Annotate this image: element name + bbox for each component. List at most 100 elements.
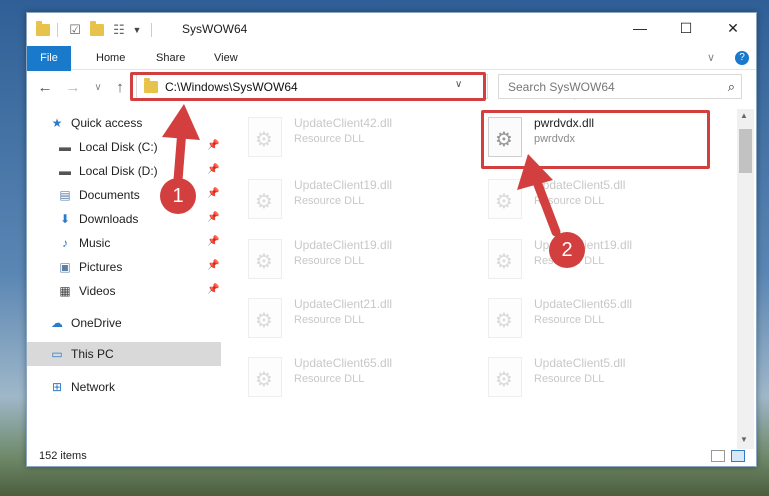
file-description: Resource DLL (534, 314, 605, 326)
title-bar: ☑ ☷ ▼ SysWOW64 — ☐ ✕ (27, 13, 756, 46)
new-folder-icon[interactable] (89, 21, 105, 39)
file-description: Resource DLL (294, 255, 365, 267)
properties-icon[interactable]: ☑ (67, 21, 83, 39)
sidebar-item-label: Downloads (79, 212, 139, 226)
tab-share[interactable]: Share (144, 46, 197, 70)
pin-icon: 📌 (207, 188, 220, 199)
file-item[interactable]: UpdateClient19.dll Resource DLL (248, 235, 478, 283)
sidebar-item-label: Documents (79, 188, 140, 202)
file-item[interactable]: UpdateClient42.dll Resource DLL (248, 113, 478, 161)
file-description: Resource DLL (534, 195, 605, 207)
recent-locations-button[interactable]: ∨ (89, 78, 107, 96)
file-description: Resource DLL (294, 314, 365, 326)
videos-icon: ▦ (59, 284, 71, 298)
pictures-icon: ▣ (59, 260, 71, 274)
sidebar-item-label: Quick access (71, 116, 143, 130)
sidebar-item-local-disk-c[interactable]: ▬ Local Disk (C:) 📌 (27, 135, 221, 159)
pin-icon: 📌 (207, 284, 220, 295)
sidebar-item-local-disk-d[interactable]: ▬ Local Disk (D:) 📌 (27, 159, 221, 183)
sidebar-item-label: OneDrive (71, 316, 122, 330)
file-item[interactable]: UpdateClient5.dll Resource DLL (488, 353, 718, 401)
minimize-button[interactable]: — (617, 13, 663, 43)
tab-view[interactable]: View (202, 46, 250, 70)
ribbon-tabs: File Home Share View ∨ ? (27, 46, 756, 94)
dll-file-icon (248, 239, 282, 279)
sidebar-item-pictures[interactable]: ▣ Pictures 📌 (27, 255, 221, 279)
file-item[interactable]: UpdateClient19.dll Resource DLL (248, 175, 478, 223)
file-name: UpdateClient65.dll (534, 297, 633, 311)
drive-icon: ▬ (59, 164, 71, 178)
help-icon[interactable]: ? (735, 51, 749, 65)
file-name: UpdateClient21.dll (294, 297, 393, 311)
file-name: UpdateClient5.dll (534, 356, 626, 370)
sidebar-item-quick-access[interactable]: ★ Quick access (27, 111, 221, 135)
pin-icon: 📌 (207, 140, 220, 151)
dll-file-icon (488, 357, 522, 397)
file-item[interactable]: UpdateClient5.dll Resource DLL (488, 175, 718, 223)
dll-file-icon (248, 298, 282, 338)
dll-file-icon (488, 179, 522, 219)
pin-icon: 📌 (207, 236, 220, 247)
sidebar-item-label: This PC (71, 347, 114, 361)
scroll-up-icon[interactable]: ▲ (740, 111, 748, 120)
details-view-icon[interactable] (711, 450, 725, 462)
file-item[interactable]: UpdateClient19.dll Resource DLL (488, 235, 718, 283)
documents-icon: ▤ (59, 188, 71, 202)
search-box[interactable]: Search SysWOW64 ⌕ (498, 74, 742, 99)
step-1-badge: 1 (160, 178, 196, 214)
search-icon[interactable]: ⌕ (728, 79, 735, 95)
back-button[interactable]: ← (36, 78, 54, 96)
customize-icon[interactable]: ☷ (110, 21, 128, 39)
sidebar-item-videos[interactable]: ▦ Videos 📌 (27, 279, 221, 303)
status-bar: 152 items (27, 447, 756, 467)
download-icon: ⬇ (59, 212, 71, 226)
large-icons-view-icon[interactable] (731, 450, 745, 462)
sidebar-item-label: Local Disk (D:) (79, 164, 158, 178)
vertical-scrollbar[interactable]: ▲ ▼ (737, 109, 754, 449)
sidebar-item-downloads[interactable]: ⬇ Downloads 📌 (27, 207, 221, 231)
scroll-down-icon[interactable]: ▼ (740, 435, 748, 444)
file-description: Resource DLL (294, 195, 365, 207)
folder-icon (35, 21, 51, 39)
file-item[interactable]: UpdateClient21.dll Resource DLL (248, 294, 478, 342)
sidebar-item-onedrive[interactable]: ☁ OneDrive (27, 311, 221, 335)
file-highlight (481, 110, 710, 169)
item-count: 152 items (39, 450, 87, 462)
search-input[interactable]: Search SysWOW64 (508, 80, 615, 94)
divider (57, 23, 58, 37)
star-icon: ★ (51, 116, 63, 130)
dll-file-icon (248, 117, 282, 157)
scrollbar-thumb[interactable] (739, 129, 752, 173)
cloud-icon: ☁ (51, 316, 63, 330)
sidebar-item-music[interactable]: ♪ Music 📌 (27, 231, 221, 255)
quick-access-dropdown-icon[interactable]: ▼ (131, 21, 143, 39)
dll-file-icon (488, 239, 522, 279)
up-button[interactable]: ↑ (111, 78, 129, 96)
pin-icon: 📌 (207, 212, 220, 223)
computer-icon: ▭ (51, 347, 63, 361)
drive-icon: ▬ (59, 140, 71, 154)
pin-icon: 📌 (207, 164, 220, 175)
file-item[interactable]: UpdateClient65.dll Resource DLL (248, 353, 478, 401)
file-item[interactable]: UpdateClient65.dll Resource DLL (488, 294, 718, 342)
file-name: UpdateClient65.dll (294, 356, 393, 370)
address-bar-highlight (130, 72, 486, 101)
dll-file-icon (488, 298, 522, 338)
maximize-button[interactable]: ☐ (663, 13, 709, 43)
file-name: UpdateClient19.dll (294, 178, 393, 192)
dll-file-icon (248, 357, 282, 397)
file-name: UpdateClient19.dll (294, 238, 393, 252)
sidebar-item-network[interactable]: ⊞ Network (27, 375, 221, 399)
close-button[interactable]: ✕ (710, 13, 756, 43)
navigation-pane: ★ Quick access ▬ Local Disk (C:) 📌 ▬ Loc… (27, 109, 221, 443)
sidebar-item-label: Music (79, 236, 111, 250)
sidebar-item-this-pc[interactable]: ▭ This PC (27, 342, 221, 366)
sidebar-item-label: Local Disk (C:) (79, 140, 158, 154)
dll-file-icon (248, 179, 282, 219)
expand-ribbon-icon[interactable]: ∨ (707, 46, 715, 70)
forward-button[interactable]: → (64, 78, 82, 96)
sidebar-item-label: Network (71, 380, 116, 394)
file-description: Resource DLL (294, 373, 365, 385)
file-name: UpdateClient5.dll (534, 178, 626, 192)
tab-home[interactable]: Home (84, 46, 137, 70)
